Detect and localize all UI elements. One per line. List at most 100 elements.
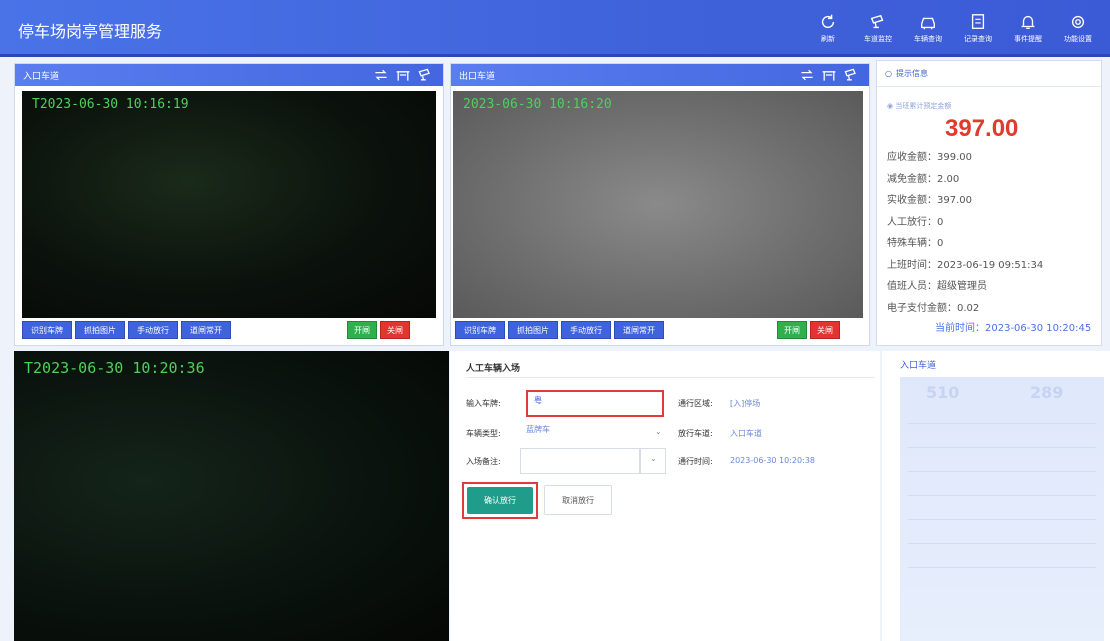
special-vehicle-line: 特殊车辆：0 bbox=[887, 238, 944, 249]
list-row-divider bbox=[908, 423, 1096, 424]
vehicle-type-select[interactable]: 蓝牌车 bbox=[520, 421, 666, 443]
entry-lane-header: 入口车道 bbox=[15, 64, 443, 86]
list-row-divider bbox=[908, 567, 1096, 568]
lane-value: 入口车道 bbox=[730, 429, 762, 438]
refresh-button[interactable]: 刷新 bbox=[808, 6, 848, 50]
camera-icon[interactable] bbox=[417, 67, 433, 83]
entry-lane-actions: 识别车牌 抓拍图片 手动放行 道闸常开 开闸 关闸 bbox=[19, 321, 439, 339]
shift-start-line: 上班时间：2023-06-19 09:51:34 bbox=[887, 259, 1044, 271]
capture-image-button[interactable]: 抓拍图片 bbox=[75, 321, 125, 339]
entry-list-panel: 入口车道 510 289 bbox=[882, 351, 1110, 641]
exit-lane-actions: 识别车牌 抓拍图片 手动放行 道闸常开 开闸 关闸 bbox=[455, 321, 865, 339]
info-icon: ○ bbox=[885, 69, 892, 78]
lane-label: 放行车道: bbox=[678, 429, 713, 438]
toolbar-label: 刷新 bbox=[821, 34, 835, 43]
toolbar-label: 事件提醒 bbox=[1014, 34, 1042, 43]
entry-stat-right: 289 bbox=[1030, 383, 1064, 402]
toolbar-label: 记录查询 bbox=[964, 34, 992, 43]
operator-line: 值班人员：超级管理员 bbox=[887, 281, 987, 292]
entry-lane-panel: 入口车道 T2023-06-30 10:16:19 识别车牌 抓拍图片 手动放行… bbox=[14, 63, 444, 346]
discount-line: 减免金额：2.00 bbox=[887, 173, 960, 185]
entry-list-title: 入口车道 bbox=[900, 361, 937, 371]
camera-icon[interactable] bbox=[843, 67, 859, 83]
received-line: 实收金额：397.00 bbox=[887, 195, 972, 206]
video-timestamp: 2023-06-30 10:16:20 bbox=[463, 97, 612, 112]
open-gate-button[interactable]: 开闸 bbox=[777, 321, 807, 339]
list-row-divider bbox=[908, 519, 1096, 520]
toolbar-label: 车辆查询 bbox=[914, 34, 942, 43]
total-amount: 397.00 bbox=[945, 115, 1019, 142]
plate-input[interactable]: 粤 bbox=[526, 390, 664, 417]
confirm-release-button[interactable]: 确认放行 bbox=[467, 487, 533, 514]
plate-label: 输入车牌: bbox=[466, 399, 501, 408]
app-title: 停车场岗亭管理服务 bbox=[18, 22, 163, 41]
remark-input[interactable] bbox=[520, 448, 640, 474]
swap-icon[interactable] bbox=[373, 67, 389, 83]
barrier-open-always-button[interactable]: 道闸常开 bbox=[614, 321, 664, 339]
record-query-button[interactable]: 记录查询 bbox=[958, 6, 998, 50]
recognize-plate-button[interactable]: 识别车牌 bbox=[22, 321, 72, 339]
entry-camera-feed: T2023-06-30 10:16:19 bbox=[22, 91, 436, 318]
list-row-divider bbox=[908, 447, 1096, 448]
toolbar-label: 车道监控 bbox=[864, 34, 892, 43]
refresh-icon bbox=[821, 14, 835, 28]
exit-camera-feed: 2023-06-30 10:16:20 bbox=[453, 91, 863, 318]
list-row-divider bbox=[908, 495, 1096, 496]
pass-time-value: 2023-06-30 10:20:38 bbox=[730, 456, 815, 465]
recognize-plate-button[interactable]: 识别车牌 bbox=[455, 321, 505, 339]
form-title: 人工车辆入场 bbox=[466, 364, 521, 374]
bell-icon bbox=[1020, 15, 1036, 29]
chevron-down-icon: ⌄ bbox=[650, 454, 657, 463]
current-time: 当前时间：2023-06-30 10:20:45 bbox=[935, 323, 1092, 334]
entry-list-body: 510 289 bbox=[900, 377, 1104, 641]
list-row-divider bbox=[908, 471, 1096, 472]
top-header: 停车场岗亭管理服务 刷新 车道监控 车辆查询 记录查询 事件提醒 功能设置 bbox=[0, 0, 1110, 57]
manual-release-button[interactable]: 手动放行 bbox=[128, 321, 178, 339]
exit-lane-title: 出口车道 bbox=[459, 71, 496, 82]
manual-release-button[interactable]: 手动放行 bbox=[561, 321, 611, 339]
capture-image-button[interactable]: 抓拍图片 bbox=[508, 321, 558, 339]
tip-header: ○ 提示信息 bbox=[877, 61, 1101, 87]
remark-label: 入场备注: bbox=[466, 457, 501, 466]
close-gate-button[interactable]: 关闸 bbox=[810, 321, 840, 339]
entry-stat-left: 510 bbox=[926, 383, 960, 402]
gear-icon bbox=[1071, 15, 1085, 28]
toolbar: 刷新 车道监控 车辆查询 记录查询 事件提醒 功能设置 bbox=[808, 6, 1098, 50]
toolbar-label: 功能设置 bbox=[1064, 34, 1092, 43]
receivable-line: 应收金额：399.00 bbox=[887, 152, 972, 163]
tip-subtitle: ◉ 当班累计预定金额 bbox=[887, 102, 952, 110]
vehicle-type-label: 车辆类型: bbox=[466, 429, 501, 438]
lane-monitor-button[interactable]: 车道监控 bbox=[858, 6, 898, 50]
vehicle-query-button[interactable]: 车辆查询 bbox=[908, 6, 948, 50]
exit-lane-header: 出口车道 bbox=[451, 64, 869, 86]
car-icon bbox=[921, 17, 935, 29]
manual-release-line: 人工放行：0 bbox=[887, 216, 944, 228]
e-payment-line: 电子支付金额：0.02 bbox=[887, 302, 980, 314]
tip-title: 提示信息 bbox=[895, 69, 928, 78]
big-camera-feed: T2023-06-30 10:20:36 bbox=[14, 351, 449, 641]
cancel-release-button[interactable]: 取消放行 bbox=[544, 485, 612, 515]
tip-panel: ○ 提示信息 ◉ 当班累计预定金额 397.00 应收金额：399.00 减免金… bbox=[876, 60, 1102, 346]
manual-entry-form: 人工车辆入场 输入车牌: 粤 通行区域: [入]停场 车辆类型: 蓝牌车 ⌄ 放… bbox=[450, 351, 880, 641]
open-gate-button[interactable]: 开闸 bbox=[347, 321, 377, 339]
settings-button[interactable]: 功能设置 bbox=[1058, 6, 1098, 50]
barrier-open-always-button[interactable]: 道闸常开 bbox=[181, 321, 231, 339]
camera-icon bbox=[870, 14, 884, 28]
close-gate-button[interactable]: 关闸 bbox=[380, 321, 410, 339]
tip-list: 应收金额：399.00 减免金额：2.00 实收金额：397.00 人工放行：0… bbox=[887, 147, 1091, 334]
video-timestamp: T2023-06-30 10:20:36 bbox=[24, 359, 205, 377]
barrier-icon[interactable] bbox=[395, 67, 411, 83]
exit-lane-panel: 出口车道 2023-06-30 10:16:20 识别车牌 抓拍图片 手动放行 … bbox=[450, 63, 870, 346]
entry-lane-title: 入口车道 bbox=[23, 71, 60, 82]
area-value: [入]停场 bbox=[730, 399, 761, 408]
confirm-highlight: 确认放行 bbox=[462, 482, 538, 519]
record-icon bbox=[971, 13, 985, 29]
video-timestamp: T2023-06-30 10:16:19 bbox=[32, 97, 189, 112]
chevron-down-icon: ⌄ bbox=[655, 427, 662, 436]
divider bbox=[466, 377, 874, 378]
swap-icon[interactable] bbox=[799, 67, 815, 83]
area-label: 通行区域: bbox=[678, 399, 713, 408]
event-alert-button[interactable]: 事件提醒 bbox=[1008, 6, 1048, 50]
list-row-divider bbox=[908, 543, 1096, 544]
barrier-icon[interactable] bbox=[821, 67, 837, 83]
